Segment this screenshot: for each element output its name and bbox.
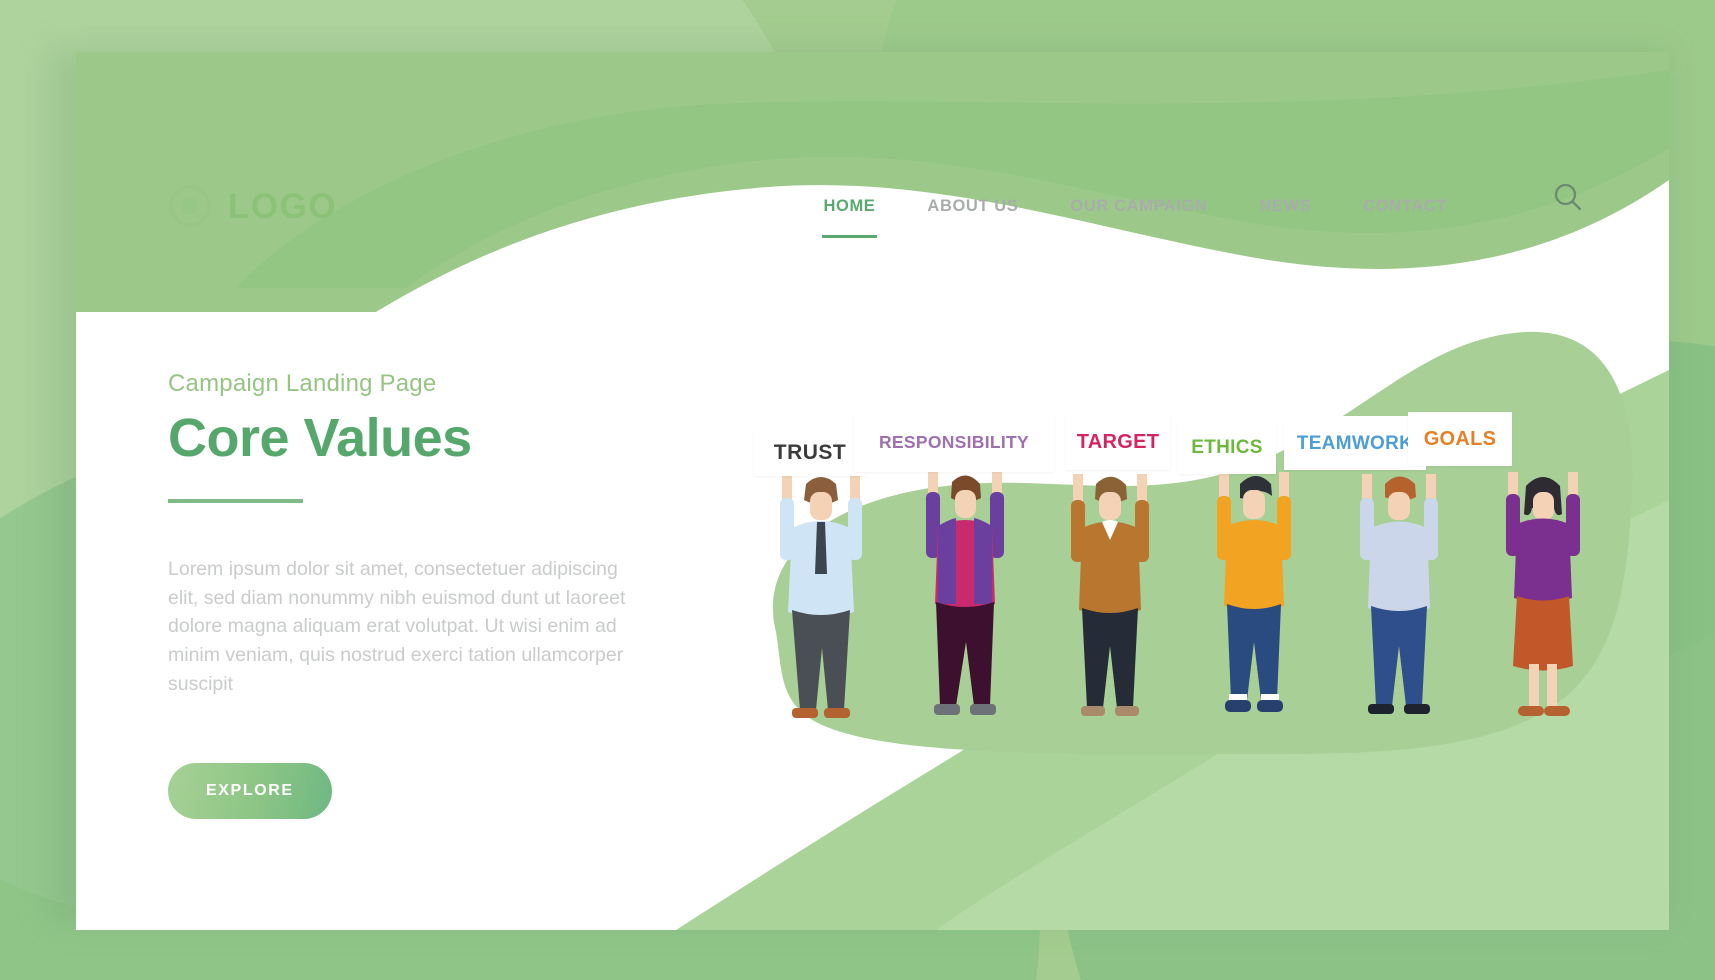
sign-label-trust: TRUST	[773, 440, 847, 464]
person-trust	[762, 442, 880, 742]
sign-label-responsibility: RESPONSIBILITY	[878, 432, 1030, 453]
hero-section: Campaign Landing Page Core Values Lorem …	[168, 370, 688, 819]
hero-illustration: TRUST RESPONSIBILITY TARGET ETHICS TEAMW…	[716, 302, 1636, 822]
search-icon[interactable]	[1551, 180, 1585, 214]
nav-item-about-us[interactable]: ABOUT US	[901, 197, 1044, 216]
logo[interactable]: LOGO	[168, 184, 337, 228]
nav-item-our-campaign[interactable]: OUR CAMPAIGN	[1044, 197, 1233, 216]
person-target	[1051, 442, 1169, 742]
sign-label-target: TARGET	[1076, 431, 1160, 453]
person-ethics	[1195, 442, 1313, 742]
site-header: LOGO HOME ABOUT US OUR CAMPAIGN NEWS CON…	[76, 170, 1669, 242]
sign-responsibility: RESPONSIBILITY	[854, 414, 1054, 472]
page-title: Core Values	[168, 408, 472, 468]
person-responsibility	[906, 442, 1024, 742]
landing-page-card: LOGO HOME ABOUT US OUR CAMPAIGN NEWS CON…	[76, 52, 1669, 930]
sign-ethics: ETHICS	[1178, 420, 1276, 474]
explore-button[interactable]: EXPLORE	[168, 762, 332, 819]
hero-body-text: Lorem ipsum dolor sit amet, consectetuer…	[168, 557, 626, 696]
sign-teamwork: TEAMWORK	[1284, 416, 1426, 470]
circle-target-icon	[168, 184, 212, 228]
hero-eyebrow: Campaign Landing Page	[168, 370, 437, 397]
sign-label-goals: GOALS	[1423, 428, 1497, 450]
title-divider	[168, 498, 303, 503]
sign-target: TARGET	[1066, 414, 1170, 470]
person-teamwork	[1340, 442, 1458, 742]
logo-text: LOGO	[228, 186, 338, 226]
nav-item-contact[interactable]: CONTACT	[1337, 197, 1473, 216]
nav-item-news[interactable]: NEWS	[1233, 197, 1337, 216]
main-navigation: HOME ABOUT US OUR CAMPAIGN NEWS CONTACT	[798, 197, 1473, 238]
sign-label-ethics: ETHICS	[1191, 436, 1263, 458]
sign-trust: TRUST	[754, 428, 866, 476]
sign-label-teamwork: TEAMWORK	[1296, 432, 1414, 454]
person-goals	[1484, 442, 1602, 742]
nav-item-home[interactable]: HOME	[798, 197, 902, 238]
sign-goals: GOALS	[1408, 412, 1512, 466]
